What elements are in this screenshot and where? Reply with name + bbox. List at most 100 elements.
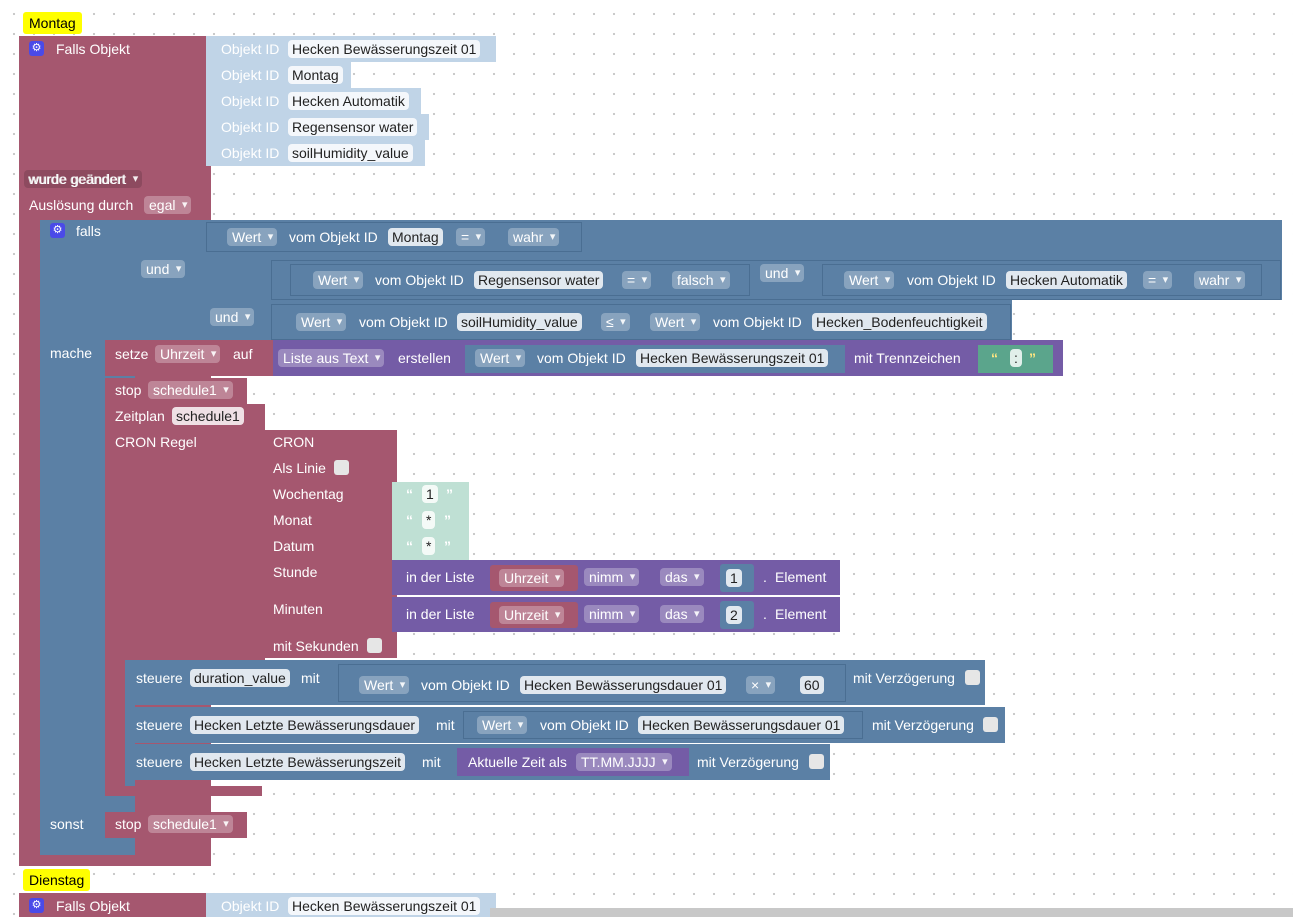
stop-label: stop: [115, 816, 142, 832]
wert-dropdown[interactable]: Wert: [227, 228, 278, 246]
object-field[interactable]: Hecken Bewässerungszeit 01: [288, 40, 481, 58]
target-field[interactable]: Hecken Letzte Bewässerungszeit: [190, 753, 405, 771]
operator-dropdown[interactable]: ≤: [601, 313, 630, 331]
objekt-id-label: Objekt ID: [221, 119, 280, 135]
cron-title: CRON: [273, 434, 315, 450]
das-dropdown[interactable]: das: [660, 568, 704, 586]
quote-close-icon: ”: [446, 486, 453, 502]
object-field[interactable]: Hecken Bewässerungsdauer 01: [520, 676, 727, 694]
format-dropdown[interactable]: TT.MM.JJJJ: [576, 753, 672, 771]
changed-dropdown[interactable]: wurde geändert: [24, 170, 143, 188]
mit-verzoegerung-label: mit Verzögerung: [853, 670, 955, 686]
cron-regel-label: CRON Regel: [115, 434, 197, 450]
variable-dropdown[interactable]: Uhrzeit: [155, 345, 221, 363]
objekt-id-label: Objekt ID: [221, 898, 280, 914]
das-dropdown[interactable]: das: [660, 605, 704, 623]
index-field[interactable]: 2: [726, 606, 742, 624]
schedule-dropdown[interactable]: schedule1: [148, 815, 233, 833]
object-field[interactable]: Hecken Automatik: [288, 92, 409, 110]
schedule-field[interactable]: schedule1: [172, 407, 244, 425]
liste-aus-text-dropdown[interactable]: Liste aus Text: [278, 349, 385, 367]
auf-label: auf: [233, 346, 253, 362]
verzoegerung-checkbox[interactable]: [983, 717, 998, 732]
value-dropdown[interactable]: falsch: [672, 271, 730, 289]
operator-dropdown[interactable]: =: [456, 228, 486, 246]
quote-close-icon: ”: [444, 512, 451, 528]
separator-field[interactable]: :: [1010, 349, 1022, 367]
variable-dropdown[interactable]: Uhrzeit: [499, 606, 565, 624]
object-field[interactable]: Hecken_Bodenfeuchtigkeit: [812, 313, 987, 331]
object-field[interactable]: soilHumidity_value: [288, 144, 413, 162]
object-field[interactable]: Hecken Bewässerungsdauer 01: [638, 716, 845, 734]
operator-dropdown[interactable]: =: [622, 271, 652, 289]
object-field[interactable]: Montag: [288, 66, 343, 84]
target-field[interactable]: duration_value: [190, 669, 290, 687]
object-field[interactable]: Hecken Bewässerungszeit 01: [636, 349, 829, 367]
wert-dropdown[interactable]: Wert: [475, 349, 526, 367]
horizontal-scrollbar[interactable]: [490, 908, 1293, 917]
value-dropdown[interactable]: wahr: [508, 228, 560, 246]
quote-open-icon: “: [406, 538, 413, 554]
nimm-dropdown[interactable]: nimm: [584, 568, 640, 586]
zeitplan-label: Zeitplan: [115, 408, 165, 424]
gear-icon[interactable]: ⚙: [29, 41, 44, 56]
operator-dropdown[interactable]: =: [1143, 271, 1173, 289]
und-dropdown-3[interactable]: und: [760, 264, 805, 282]
monat-field[interactable]: *: [422, 511, 436, 529]
falls-label: falls: [76, 223, 101, 239]
wert-dropdown[interactable]: Wert: [650, 313, 701, 331]
verzoegerung-checkbox[interactable]: [809, 754, 824, 769]
object-field[interactable]: Hecken Bewässerungszeit 01: [288, 897, 481, 915]
object-field[interactable]: Regensensor water: [288, 118, 418, 136]
als-linie-label: Als Linie: [273, 460, 326, 476]
value-dropdown[interactable]: wahr: [1194, 271, 1246, 289]
object-field[interactable]: Montag: [388, 228, 443, 246]
sonst-label: sonst: [50, 816, 84, 832]
vom-objekt-id-label: vom Objekt ID: [540, 717, 629, 733]
gear-icon[interactable]: ⚙: [50, 223, 65, 238]
datum-field[interactable]: *: [422, 537, 436, 555]
erstellen-label: erstellen: [398, 350, 451, 366]
index-field[interactable]: 1: [726, 569, 742, 587]
mit-label: mit: [436, 717, 455, 733]
mache-label: mache: [50, 345, 93, 361]
vom-objekt-id-label: vom Objekt ID: [375, 272, 464, 288]
und-dropdown-1[interactable]: und: [141, 260, 186, 278]
operator-dropdown[interactable]: ×: [746, 676, 776, 694]
verzoegerung-checkbox[interactable]: [965, 670, 980, 685]
aktuelle-zeit-label: Aktuelle Zeit als: [468, 754, 567, 770]
variable-dropdown[interactable]: Uhrzeit: [499, 569, 565, 587]
wert-dropdown[interactable]: Wert: [844, 271, 895, 289]
object-field[interactable]: Hecken Automatik: [1006, 271, 1127, 289]
wert-dropdown[interactable]: Wert: [359, 676, 410, 694]
wert-dropdown[interactable]: Wert: [313, 271, 364, 289]
objekt-id-label: Objekt ID: [221, 93, 280, 109]
nimm-dropdown[interactable]: nimm: [584, 605, 640, 623]
vom-objekt-id-label: vom Objekt ID: [713, 314, 802, 330]
gear-icon[interactable]: ⚙: [29, 898, 44, 913]
mit-sekunden-checkbox[interactable]: [367, 638, 382, 653]
objekt-id-label: Objekt ID: [221, 67, 280, 83]
in-der-liste-label: in der Liste: [406, 569, 475, 585]
object-field[interactable]: Regensensor water: [474, 271, 604, 289]
comment-dienstag[interactable]: Dienstag: [23, 869, 91, 891]
comment-montag[interactable]: Montag: [23, 12, 82, 34]
wert-dropdown[interactable]: Wert: [477, 716, 528, 734]
quote-open-icon: “: [406, 486, 413, 502]
schedule-dropdown[interactable]: schedule1: [148, 381, 233, 399]
trigger-label: Falls Objekt: [56, 898, 130, 914]
target-field[interactable]: Hecken Letzte Bewässerungsdauer: [190, 716, 420, 734]
object-field[interactable]: soilHumidity_value: [457, 313, 582, 331]
minuten-label: Minuten: [273, 601, 323, 617]
wochentag-field[interactable]: 1: [422, 485, 438, 503]
number-field[interactable]: 60: [800, 676, 824, 694]
und-dropdown-2[interactable]: und: [210, 308, 255, 326]
datum-label: Datum: [273, 538, 315, 554]
mit-label: mit: [422, 754, 441, 770]
als-linie-checkbox[interactable]: [334, 460, 349, 475]
ausloesung-label: Auslösung durch: [29, 197, 134, 213]
wert-dropdown[interactable]: Wert: [296, 313, 347, 331]
quote-close-icon: ”: [1029, 350, 1036, 366]
egal-dropdown[interactable]: egal: [144, 196, 192, 214]
stunde-label: Stunde: [273, 564, 318, 580]
